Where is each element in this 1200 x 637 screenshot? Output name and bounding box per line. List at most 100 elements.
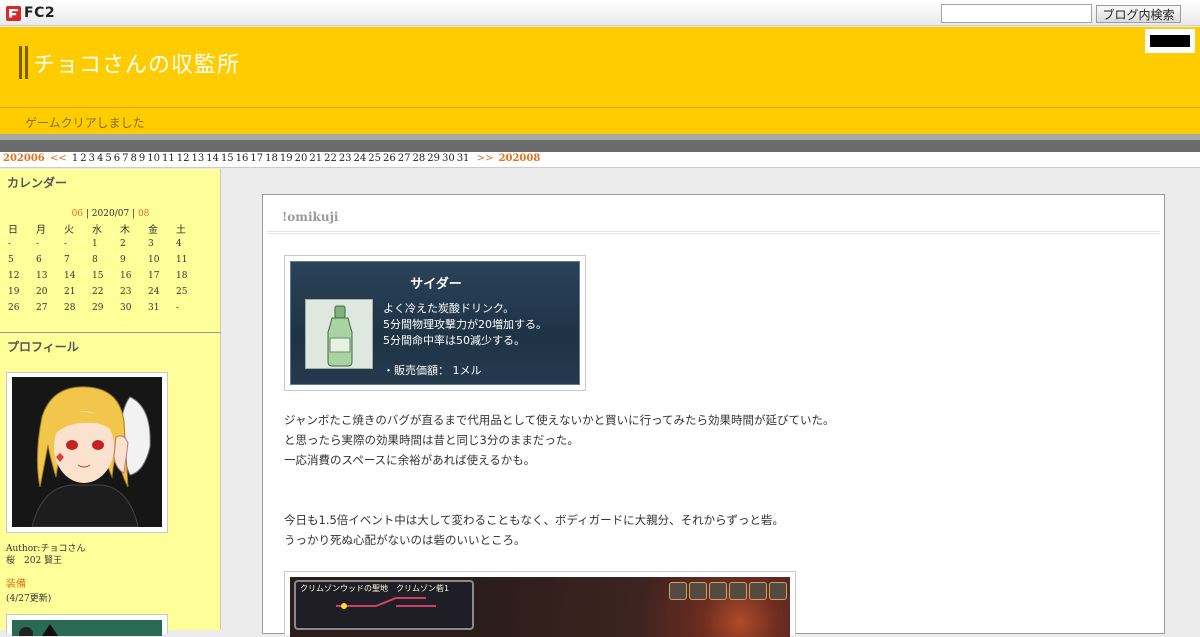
calendar-title: カレンダー <box>7 176 68 190</box>
equip-image[interactable] <box>12 620 162 636</box>
calendar-day: 19 <box>8 287 20 297</box>
calendar-day: 26 <box>8 303 20 313</box>
avatar <box>12 377 162 527</box>
day-link[interactable]: 22 <box>324 153 337 164</box>
calendar-weekday: 月 <box>36 224 46 236</box>
calendar-prev-link[interactable]: 06 <box>72 209 83 219</box>
item-desc-line: 5分間物理攻撃力が20増加する。 <box>383 318 547 331</box>
day-link[interactable]: 6 <box>114 153 120 164</box>
system-icon[interactable] <box>709 582 727 600</box>
day-link[interactable]: 17 <box>250 153 263 164</box>
calendar-day: 12 <box>8 271 20 281</box>
day-link[interactable]: 14 <box>206 153 219 164</box>
day-link[interactable]: 21 <box>309 153 322 164</box>
equip-link[interactable]: 装備 <box>6 579 26 591</box>
calendar-day: 3 <box>148 239 154 249</box>
calendar-day: 17 <box>148 271 160 281</box>
calendar-day: 9 <box>120 255 126 265</box>
day-link[interactable]: 4 <box>97 153 103 164</box>
day-link[interactable]: 11 <box>162 153 175 164</box>
day-link[interactable]: 1 <box>72 153 78 164</box>
calendar-week-row: - - - 1 2 3 4 <box>8 236 204 252</box>
item-screenshot[interactable]: サイダー よく冷えた炭酸ドリンク。 5分間物理攻撃力が20増加する。 5分間命中… <box>290 261 580 385</box>
blog-entry: !omikuji サイダー よく冷えた炭酸ドリンク。 5分間物理攻撃力が20増加… <box>262 194 1165 637</box>
day-link[interactable]: 31 <box>457 153 470 164</box>
calendar-day: 27 <box>36 303 48 313</box>
calendar-current-month: 2020/07 <box>91 209 130 219</box>
site-title[interactable]: チョコさんの収監所 <box>33 47 240 79</box>
day-link[interactable]: 3 <box>89 153 95 164</box>
system-icon[interactable] <box>669 582 687 600</box>
system-icon[interactable] <box>729 582 747 600</box>
calendar-week-row: 5 6 7 8 9 10 11 <box>8 252 204 268</box>
calendar-day: - <box>176 303 180 313</box>
day-link[interactable]: 28 <box>412 153 425 164</box>
next-month-link[interactable]: 202008 <box>499 153 541 164</box>
fc2-logo-icon <box>6 5 21 21</box>
entry-line: と思ったら実際の効果時間は昔と同じ3分のままだった。 <box>284 433 579 447</box>
entry-line: 今日も1.5倍イベント中は大して変わることもなく、ボディガードに大親分、それから… <box>284 513 784 527</box>
system-icon[interactable] <box>769 582 787 600</box>
next-arrow: >> <box>476 153 494 164</box>
entry-line: 一応消費のスペースに余裕があれば使えるかも。 <box>284 453 536 467</box>
calendar-day: 18 <box>176 271 188 281</box>
prev-month-link[interactable]: 202006 <box>3 153 45 164</box>
day-link[interactable]: 30 <box>442 153 455 164</box>
calendar-sep: | <box>129 209 138 219</box>
day-link[interactable]: 27 <box>398 153 411 164</box>
day-link[interactable]: 24 <box>354 153 367 164</box>
day-links: 1 2 3 4 5 6 7 8 9 10 11 12 13 14 15 16 17 18 19 20 21 22 23 24 2… <box>72 153 472 164</box>
calendar-day: - <box>64 239 68 249</box>
blog-search-button[interactable]: ブログ内検索 <box>1096 5 1181 23</box>
calendar-day: - <box>36 239 40 249</box>
day-link[interactable]: 7 <box>122 153 128 164</box>
system-icon[interactable] <box>689 582 707 600</box>
day-link[interactable]: 2 <box>80 153 86 164</box>
calendar-day: 10 <box>148 255 160 265</box>
day-link[interactable]: 9 <box>139 153 145 164</box>
calendar-weekday: 金 <box>148 224 158 236</box>
title-bars-decoration <box>19 46 28 79</box>
calendar-weekday-row: 日月火水木金土 <box>8 220 204 236</box>
calendar-week-row: 12 13 14 15 16 17 18 <box>8 268 204 284</box>
calendar-day: 2 <box>120 239 126 249</box>
entry-title[interactable]: !omikuji <box>282 210 338 224</box>
day-link[interactable]: 12 <box>177 153 190 164</box>
day-link[interactable]: 13 <box>191 153 204 164</box>
day-link[interactable]: 23 <box>339 153 352 164</box>
profile-author: Author:チョコさん 桜 202 賢王 <box>6 543 85 567</box>
day-link[interactable]: 10 <box>147 153 160 164</box>
calendar-next-link[interactable]: 08 <box>138 209 149 219</box>
day-link[interactable]: 15 <box>221 153 234 164</box>
calendar-week-row: 19 20 21 22 23 24 25 <box>8 284 204 300</box>
sidebar: カレンダー 06 | 2020/07 | 08 日月火水木金土---123456… <box>0 169 221 636</box>
item-desc-line: よく冷えた炭酸ドリンク。 <box>383 302 515 315</box>
calendar-day: 31 <box>148 303 160 313</box>
calendar-day: 23 <box>120 287 132 297</box>
day-link[interactable]: 5 <box>105 153 111 164</box>
blog-search-input[interactable] <box>941 4 1092 23</box>
prev-arrow: << <box>49 153 67 164</box>
day-link[interactable]: 26 <box>383 153 396 164</box>
game-screenshot[interactable]: クリムゾンウッドの聖地 クリムゾン砦1 <box>290 577 790 637</box>
header-subbar: ゲームクリアしました <box>0 108 1200 134</box>
day-link[interactable]: 8 <box>131 153 137 164</box>
calendar-sep: | <box>83 209 92 219</box>
day-link[interactable]: 19 <box>280 153 293 164</box>
entry-paragraph: ジャンボたこ焼きのバグが直るまで代用品として使えないかと買いに行ってみたら効果時… <box>284 410 835 470</box>
calendar-day: 7 <box>64 255 70 265</box>
calendar-day: 6 <box>36 255 42 265</box>
calendar-day: 21 <box>64 287 76 297</box>
day-link[interactable]: 20 <box>295 153 308 164</box>
system-icon[interactable] <box>749 582 767 600</box>
fc2-logo[interactable]: FC2 <box>6 4 55 22</box>
day-link[interactable]: 18 <box>265 153 278 164</box>
calendar-day: 11 <box>176 255 188 265</box>
day-link[interactable]: 16 <box>236 153 249 164</box>
profile-title: プロフィール <box>7 340 79 354</box>
calendar-week-row: 26 27 28 29 30 31 - <box>8 300 204 316</box>
calendar-weekday: 日 <box>8 224 18 236</box>
day-link[interactable]: 25 <box>368 153 381 164</box>
calendar-day: 4 <box>176 239 182 249</box>
day-link[interactable]: 29 <box>427 153 440 164</box>
